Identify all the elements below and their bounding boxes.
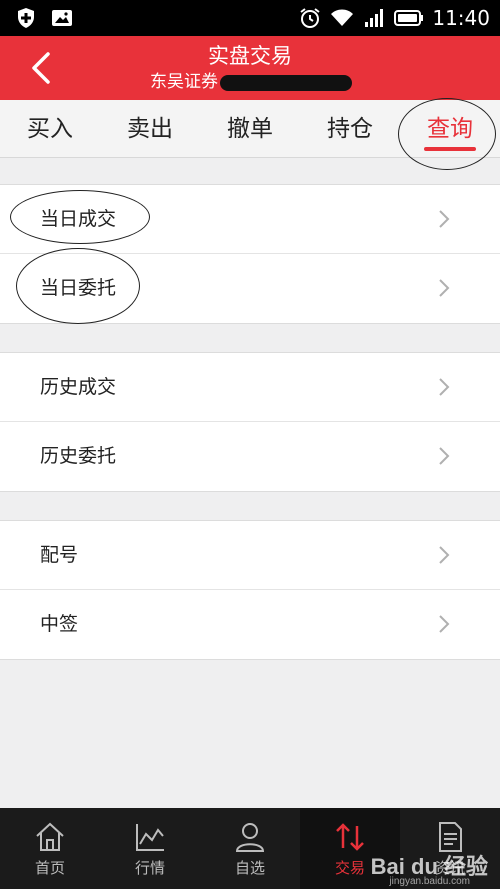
menu-group-ipo: 配号 中签: [0, 520, 500, 660]
menu-item-history-deals[interactable]: 历史成交: [0, 353, 500, 422]
nav-label: 自选: [234, 859, 265, 877]
tab-query[interactable]: 查询: [400, 100, 500, 157]
menu-item-history-orders[interactable]: 历史委托: [0, 422, 500, 491]
nav-label: 行情: [134, 859, 165, 877]
broker-name: 东吴证券: [150, 72, 218, 92]
tab-cancel[interactable]: 撤单: [200, 100, 300, 157]
menu-item-label: 历史委托: [40, 445, 117, 467]
status-bar: 11:40: [0, 0, 500, 36]
alarm-icon: [300, 8, 320, 28]
chevron-right-icon: [439, 447, 450, 465]
redacted-account: [220, 75, 352, 91]
chevron-right-icon: [439, 615, 450, 633]
menu-group-history: 历史成交 历史委托: [0, 352, 500, 492]
menu-item-label: 历史成交: [40, 376, 117, 398]
menu-item-label: 中签: [40, 613, 79, 635]
menu-item-today-deals[interactable]: 当日成交: [0, 185, 500, 254]
tab-positions[interactable]: 持仓: [300, 100, 400, 157]
tab-sell[interactable]: 卖出: [100, 100, 200, 157]
status-time: 11:40: [432, 6, 490, 30]
menu-item-allotment[interactable]: 配号: [0, 521, 500, 590]
page-title: 实盘交易: [208, 44, 292, 68]
menu-item-today-orders[interactable]: 当日委托: [0, 254, 500, 323]
menu-group-today: 当日成交 当日委托: [0, 184, 500, 324]
chevron-right-icon: [439, 210, 450, 228]
trade-arrows-icon: [336, 823, 364, 851]
shield-plus-icon: [18, 8, 34, 28]
nav-label: 首页: [34, 859, 65, 877]
nav-market[interactable]: 行情: [100, 808, 200, 889]
menu-item-label: 当日成交: [40, 208, 117, 230]
tab-buy[interactable]: 买入: [0, 100, 100, 157]
signal-icon: [365, 9, 384, 27]
bottom-nav: 首页 行情 自选 交易 资讯 Bai du 经验 jingyan.baidu.c…: [0, 808, 500, 889]
chart-icon: [136, 824, 164, 851]
trade-tabs: 买入 卖出 撤单 持仓 查询: [0, 100, 500, 158]
user-icon: [235, 823, 265, 852]
image-icon: [52, 10, 72, 26]
nav-home[interactable]: 首页: [0, 808, 100, 889]
menu-item-label: 配号: [40, 544, 79, 566]
menu-item-label: 当日委托: [40, 277, 117, 299]
menu-item-lottery-win[interactable]: 中签: [0, 590, 500, 659]
battery-icon: [394, 10, 424, 26]
chevron-right-icon: [439, 378, 450, 396]
chevron-right-icon: [439, 546, 450, 564]
baidu-watermark-url: jingyan.baidu.com: [389, 876, 470, 887]
wifi-icon: [331, 9, 354, 26]
chevron-right-icon: [439, 279, 450, 297]
nav-watchlist[interactable]: 自选: [200, 808, 300, 889]
home-icon: [36, 822, 64, 851]
app-header: 实盘交易 东吴证券: [0, 36, 500, 100]
